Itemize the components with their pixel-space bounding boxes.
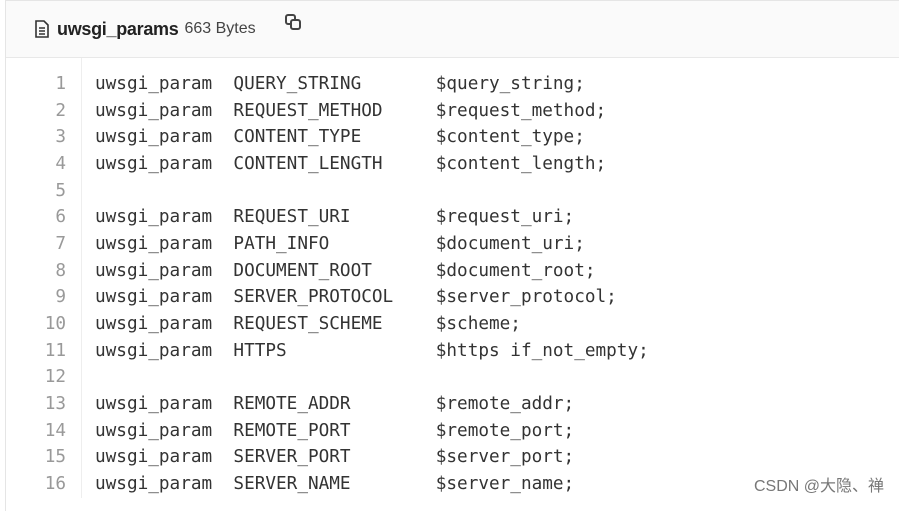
file-viewer: uwsgi_params 663 Bytes 1 uwsgi_param QUER… — [5, 0, 899, 511]
watermark: CSDN @大隐、禅 — [753, 478, 884, 495]
line-text: uwsgi_param CONTENT_LENGTH $content_leng… — [95, 153, 607, 174]
line-text: uwsgi_param REMOTE_ADDR $remote_addr; — [95, 393, 575, 414]
file-size: 663 Bytes — [184, 20, 256, 37]
file-name: uwsgi_params — [57, 18, 179, 39]
gutter-divider — [81, 58, 82, 498]
line-text: uwsgi_param REQUEST_SCHEME $scheme; — [95, 313, 521, 334]
code-line: 4 uwsgi_param CONTENT_LENGTH $content_len… — [6, 151, 899, 178]
code-line: 9 uwsgi_param SERVER_PROTOCOL $server_pro… — [6, 284, 899, 311]
code-view: 1 uwsgi_param QUERY_STRING $query_string;… — [6, 58, 899, 498]
line-text: uwsgi_param REQUEST_METHOD $request_meth… — [95, 100, 607, 121]
copy-icon[interactable] — [284, 13, 302, 31]
code-line: 10 uwsgi_param REQUEST_SCHEME $scheme; — [6, 311, 899, 338]
code-line: 7 uwsgi_param PATH_INFO $document_uri; — [6, 231, 899, 258]
code-line: 11 uwsgi_param HTTPS $https if_not_empty; — [6, 338, 899, 365]
code-line: 12 — [6, 364, 899, 391]
code-line: 13 uwsgi_param REMOTE_ADDR $remote_addr; — [6, 391, 899, 418]
line-text: uwsgi_param HTTPS $https if_not_empty; — [95, 340, 649, 361]
line-text: uwsgi_param SERVER_PORT $server_port; — [95, 447, 575, 468]
code-line: 5 — [6, 178, 899, 205]
code-line: 15 uwsgi_param SERVER_PORT $server_port; — [6, 444, 899, 471]
line-text: uwsgi_param CONTENT_TYPE $content_type; — [95, 127, 585, 148]
line-text: uwsgi_param DOCUMENT_ROOT $document_root… — [95, 260, 596, 281]
code-line: 3 uwsgi_param CONTENT_TYPE $content_type; — [6, 124, 899, 151]
line-text: uwsgi_param SERVER_NAME $server_name; — [95, 473, 575, 494]
code-line: 2 uwsgi_param REQUEST_METHOD $request_met… — [6, 98, 899, 125]
code-line: 6 uwsgi_param REQUEST_URI $request_uri; — [6, 204, 899, 231]
document-icon — [35, 20, 49, 38]
line-text: uwsgi_param REQUEST_URI $request_uri; — [95, 207, 575, 228]
line-text: uwsgi_param QUERY_STRING $query_string; — [95, 74, 585, 94]
file-header: uwsgi_params 663 Bytes — [6, 1, 899, 58]
code-line: 14 uwsgi_param REMOTE_PORT $remote_port; — [6, 418, 899, 445]
line-text: uwsgi_param REMOTE_PORT $remote_port; — [95, 420, 575, 441]
code-line: 8 uwsgi_param DOCUMENT_ROOT $document_roo… — [6, 258, 899, 285]
line-text: uwsgi_param PATH_INFO $document_uri; — [95, 233, 585, 254]
code-line: 1 uwsgi_param QUERY_STRING $query_string; — [6, 71, 899, 98]
line-text: uwsgi_param SERVER_PROTOCOL $server_prot… — [95, 287, 617, 308]
